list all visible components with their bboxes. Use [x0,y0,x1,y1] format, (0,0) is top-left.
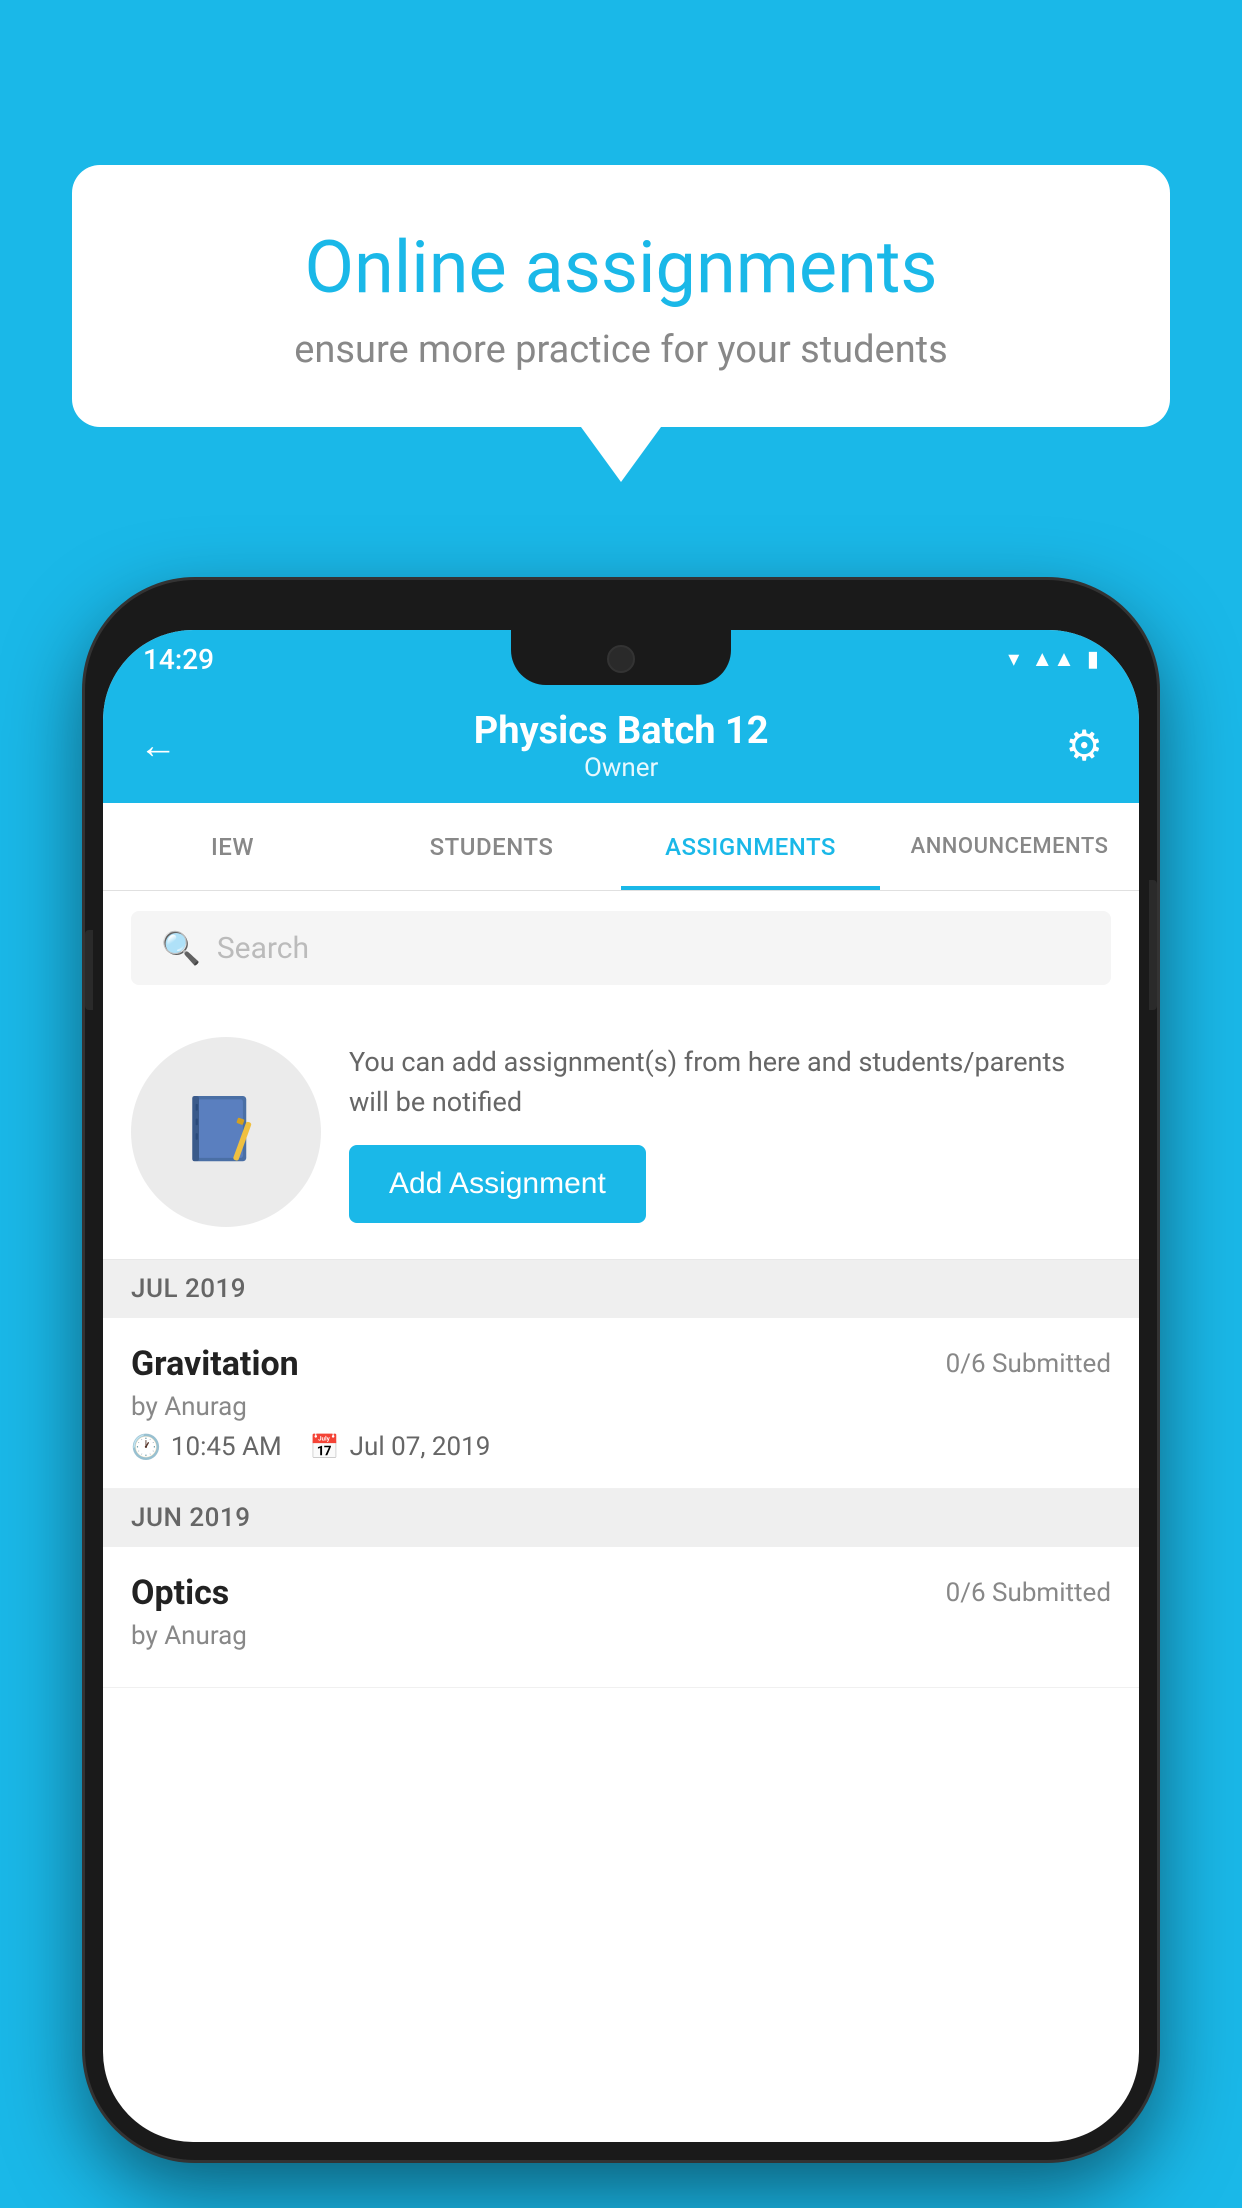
assignment-meta: 🕐 10:45 AM 📅 Jul 07, 2019 [131,1432,1111,1462]
header-subtitle: Owner [177,753,1065,783]
content-area: 🔍 Search [103,891,1139,1688]
speech-bubble-title: Online assignments [142,225,1100,310]
back-button[interactable]: ← [139,724,177,768]
calendar-icon: 📅 [310,1433,340,1461]
phone-camera [607,645,635,673]
assignment-by-2: by Anurag [131,1621,1111,1651]
header-title: Physics Batch 12 [177,709,1065,753]
add-assignment-promo: You can add assignment(s) from here and … [103,1005,1139,1260]
header-center: Physics Batch 12 Owner [177,709,1065,783]
search-container: 🔍 Search [103,891,1139,1005]
phone-side-button-left [85,930,93,1010]
add-assignment-button[interactable]: Add Assignment [349,1145,646,1223]
speech-bubble-arrow [581,427,661,482]
tabs-bar: IEW STUDENTS ASSIGNMENTS ANNOUNCEMENTS [103,803,1139,891]
battery-icon: ▮ [1087,647,1099,672]
search-input[interactable]: 🔍 Search [131,911,1111,985]
assignment-row-top-2: Optics 0/6 Submitted [131,1573,1111,1613]
speech-bubble-subtitle: ensure more practice for your students [142,328,1100,372]
table-row[interactable]: Optics 0/6 Submitted by Anurag [103,1547,1139,1688]
phone-side-button-right [1149,880,1157,1010]
month-header-jun: JUN 2019 [103,1489,1139,1547]
phone-screen: 14:29 ▾ ▲▲ ▮ ← Physics Batch 12 Owner ⚙ … [103,630,1139,2142]
assignment-name-2: Optics [131,1573,229,1613]
notebook-icon [181,1087,271,1177]
assignment-time: 🕐 10:45 AM [131,1432,282,1462]
speech-bubble: Online assignments ensure more practice … [72,165,1170,427]
wifi-icon: ▾ [1008,647,1019,672]
promo-icon-circle [131,1037,321,1227]
assignment-date: 📅 Jul 07, 2019 [310,1432,491,1462]
assignment-by: by Anurag [131,1392,1111,1422]
table-row[interactable]: Gravitation 0/6 Submitted by Anurag 🕐 10… [103,1318,1139,1489]
tab-assignments[interactable]: ASSIGNMENTS [621,803,880,890]
status-time: 14:29 [143,643,214,676]
assignment-name: Gravitation [131,1344,299,1384]
tab-iew[interactable]: IEW [103,803,362,890]
phone-frame: 14:29 ▾ ▲▲ ▮ ← Physics Batch 12 Owner ⚙ … [85,580,1157,2160]
assignment-submitted: 0/6 Submitted [946,1349,1111,1379]
phone-notch [511,630,731,685]
tab-students[interactable]: STUDENTS [362,803,621,890]
app-header: ← Physics Batch 12 Owner ⚙ [103,688,1139,803]
settings-icon[interactable]: ⚙ [1065,721,1103,771]
signal-icon: ▲▲ [1031,646,1075,672]
assignment-date-value: Jul 07, 2019 [350,1432,491,1462]
promo-text: You can add assignment(s) from here and … [349,1042,1111,1123]
clock-icon: 🕐 [131,1433,161,1461]
tab-announcements[interactable]: ANNOUNCEMENTS [880,803,1139,890]
speech-bubble-wrapper: Online assignments ensure more practice … [72,165,1170,482]
assignment-row-top: Gravitation 0/6 Submitted [131,1344,1111,1384]
promo-right: You can add assignment(s) from here and … [349,1042,1111,1223]
assignment-time-value: 10:45 AM [171,1432,282,1462]
search-icon: 🔍 [161,929,201,967]
month-header-jul: JUL 2019 [103,1260,1139,1318]
assignment-submitted-2: 0/6 Submitted [946,1578,1111,1608]
status-icons: ▾ ▲▲ ▮ [1008,646,1099,672]
search-placeholder: Search [217,931,309,966]
